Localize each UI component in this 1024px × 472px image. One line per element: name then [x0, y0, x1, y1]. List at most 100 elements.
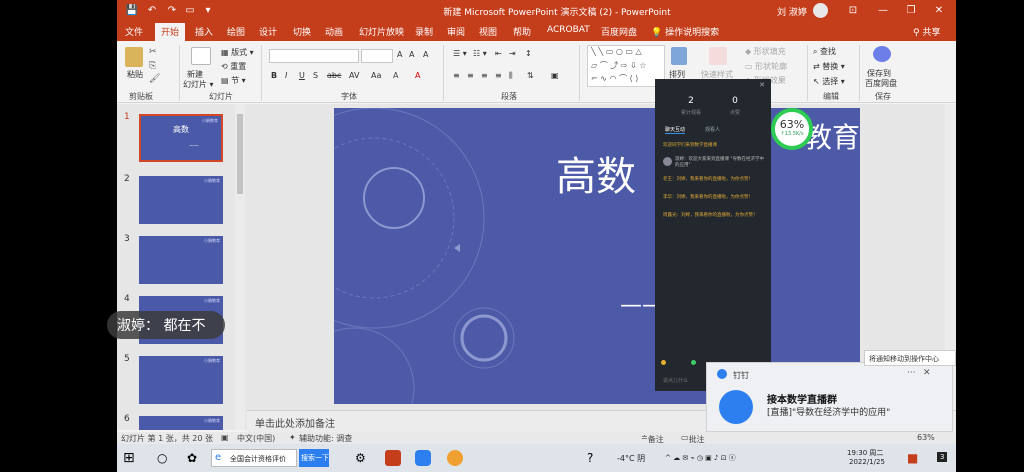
align-center-button[interactable]: ≡	[467, 71, 474, 80]
more-icon[interactable]: ···	[907, 368, 916, 378]
tab-viewers[interactable]: 观看人	[705, 126, 720, 133]
shape-arrow-icon[interactable]: ▱ ⌒ ⤴ ⇨ ⇩ ☆	[591, 60, 646, 71]
dingtalk-taskbar-icon[interactable]	[415, 450, 431, 466]
bullets-button[interactable]: ☰ ▾	[453, 49, 467, 58]
minimize-button[interactable]: —	[871, 3, 895, 19]
numbering-button[interactable]: ☷ ▾	[473, 49, 487, 58]
paste-label[interactable]: 粘贴	[127, 69, 143, 80]
clear-format-button[interactable]: A	[423, 50, 428, 59]
paste-icon[interactable]	[125, 47, 143, 67]
new-slide-label-2[interactable]: 幻灯片 ▾	[183, 79, 214, 90]
chat-input[interactable]: 说点儿什么	[663, 377, 688, 384]
highlight-button[interactable]: A	[393, 71, 398, 80]
tab-home[interactable]: 开始	[155, 23, 186, 42]
taskbar-search-box[interactable]: 全国会计资格评价 e	[211, 449, 297, 467]
cut-icon[interactable]: ✂	[149, 47, 157, 57]
spacing-button[interactable]: AV	[349, 71, 359, 80]
tab-slideshow[interactable]: 幻灯片放映	[359, 25, 404, 38]
copy-icon[interactable]: ⎘	[149, 61, 156, 71]
tab-review[interactable]: 审阅	[447, 25, 465, 38]
shrink-font-button[interactable]: A	[409, 50, 414, 59]
shapes-gallery[interactable]: ╲ ╲ ▭ ○ ▭ △ ▱ ⌒ ⤴ ⇨ ⇩ ☆ ⌐ ∿ ◠ ⌒ ⟨ ⟩	[587, 45, 665, 87]
tab-animations[interactable]: 动画	[325, 25, 343, 38]
tab-draw[interactable]: 绘图	[227, 25, 245, 38]
justify-button[interactable]: ≡	[495, 71, 502, 80]
notification-badge[interactable]: 3	[937, 452, 948, 462]
layout-button[interactable]: ▦ 版式 ▾	[221, 47, 254, 58]
app-taskbar-icon[interactable]	[447, 450, 463, 466]
tab-transitions[interactable]: 切换	[293, 25, 311, 38]
slide-title[interactable]: 高数	[556, 144, 636, 202]
undo-icon[interactable]: ↶	[145, 4, 159, 18]
baidu-cloud-icon[interactable]	[873, 46, 891, 62]
tray-icons[interactable]: ^ ☁ ✉ ⌁ ◷ ▣ ♪ ⊡ ⓢ	[665, 453, 736, 463]
zoom-level[interactable]: 63%	[917, 433, 935, 442]
clock-date[interactable]: 2022/1/25	[849, 458, 885, 466]
tab-view[interactable]: 视图	[479, 25, 497, 38]
weather[interactable]: -4°C 阴	[617, 453, 645, 464]
strike-button[interactable]: abc	[327, 71, 341, 80]
gift-icon[interactable]	[691, 360, 696, 365]
font-color-button[interactable]: A	[415, 71, 420, 80]
slide-thumbnail-1[interactable]: 小娟教育 高数 ——	[139, 114, 223, 162]
powerpoint-taskbar-icon[interactable]	[385, 450, 401, 466]
search-icon[interactable]: ○	[157, 450, 173, 466]
slide-thumbnail-5[interactable]: 小娟教育	[139, 356, 223, 404]
shape-line-icon[interactable]: ╲ ╲ ▭ ○ ▭ △	[591, 47, 642, 56]
language-status[interactable]: 中文(中国)	[237, 433, 275, 444]
smartart-button[interactable]: ▣	[551, 71, 559, 80]
settings-icon[interactable]: ⚙	[355, 450, 371, 466]
shadow-button[interactable]: S	[313, 71, 318, 80]
tell-me-search[interactable]: 💡 操作说明搜索	[651, 25, 719, 38]
dingtalk-notification[interactable]: 钉钉 ··· ✕ 接本数学直播群 [直播]"导数在经济学中的应用"	[706, 362, 953, 432]
notification-icon[interactable]: ■	[907, 450, 923, 466]
ribbon-display-icon[interactable]: ⊡	[841, 3, 865, 19]
notification-close-icon[interactable]: ✕	[923, 368, 931, 378]
grow-font-button[interactable]: A	[397, 50, 402, 59]
shape-outline-button[interactable]: ▭ 形状轮廓	[745, 61, 787, 72]
line-spacing-button[interactable]: ↕	[525, 49, 532, 58]
comments-button[interactable]: ▭ 批注	[681, 433, 705, 444]
decrease-indent-button[interactable]: ⇤	[495, 49, 502, 58]
windows-start-icon[interactable]: ⊞	[123, 450, 139, 466]
redo-icon[interactable]: ↷	[165, 4, 179, 18]
tab-design[interactable]: 设计	[259, 25, 277, 38]
increase-indent-button[interactable]: ⇥	[509, 49, 516, 58]
scrollbar-thumb[interactable]	[237, 114, 243, 194]
underline-button[interactable]: U	[299, 71, 305, 80]
save-icon[interactable]: 💾	[125, 4, 139, 18]
font-name-combo[interactable]	[269, 49, 359, 63]
align-left-button[interactable]: ≡	[453, 71, 460, 80]
replace-button[interactable]: ⇄ 替换 ▾	[813, 61, 845, 72]
chat-close-icon[interactable]: ✕	[759, 81, 765, 89]
tab-insert[interactable]: 插入	[195, 25, 213, 38]
tab-chat[interactable]: 聊天互动	[665, 126, 686, 134]
text-direction-button[interactable]: ⇅	[527, 71, 534, 80]
find-button[interactable]: ⌕ 查找	[813, 46, 836, 57]
close-button[interactable]: ✕	[927, 3, 951, 19]
reset-button[interactable]: ⟲ 重置	[221, 61, 246, 72]
customize-icon[interactable]: ▾	[201, 4, 215, 18]
slide-thumbnail-6[interactable]: 小娟教育	[139, 416, 223, 430]
thumbnail-scrollbar[interactable]	[235, 104, 245, 430]
format-painter-icon[interactable]: 🖌	[149, 74, 160, 84]
notes-button[interactable]: ≐ 备注	[641, 433, 664, 444]
emoji-icon[interactable]	[661, 360, 666, 365]
accessibility-icon[interactable]: ✦	[289, 433, 296, 442]
columns-button[interactable]: ⫼	[509, 71, 513, 81]
tab-record[interactable]: 录制	[415, 25, 433, 38]
font-size-combo[interactable]	[361, 49, 393, 63]
case-button[interactable]: Aa	[371, 71, 381, 80]
tab-acrobat[interactable]: ACROBAT	[547, 25, 590, 35]
taskbar-search-button[interactable]: 搜索一下	[299, 449, 329, 467]
save-baidu-label-2[interactable]: 百度网盘	[865, 78, 897, 89]
section-button[interactable]: ▤ 节 ▾	[221, 75, 246, 86]
avatar[interactable]	[813, 3, 828, 18]
align-right-button[interactable]: ≡	[481, 71, 488, 80]
present-icon[interactable]: ▭	[183, 4, 197, 18]
new-slide-icon[interactable]	[191, 47, 211, 65]
accessibility-status[interactable]: 辅助功能: 调查	[299, 433, 352, 444]
clock-time[interactable]: 19:30 周二	[847, 448, 883, 458]
tab-baidu[interactable]: 百度网盘	[601, 25, 637, 38]
current-slide[interactable]: 高数 —— 教育	[334, 108, 860, 404]
